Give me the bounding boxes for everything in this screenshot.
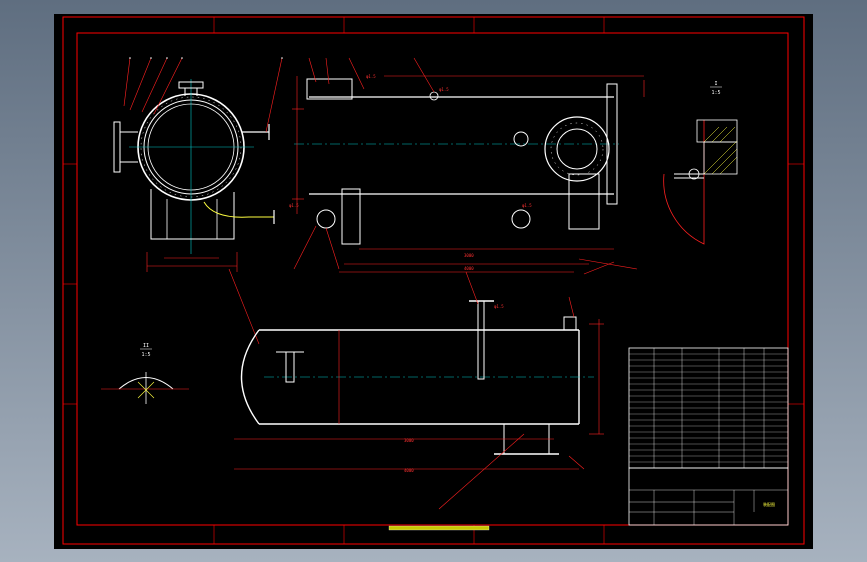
drawing-frame — [76, 32, 789, 526]
side-view: φ1.5 φ1.5 φ1.5 φ1.5 3000 4000 — [289, 57, 645, 275]
svg-text:φ1.5: φ1.5 — [439, 87, 449, 92]
front-view: 4000 3000 φ1.5 — [234, 271, 604, 510]
detail-ii-scale: 1:5 — [141, 352, 150, 358]
svg-text:φ1.5: φ1.5 — [366, 74, 376, 79]
svg-text:φ1.5: φ1.5 — [289, 203, 299, 208]
detail-i: I 1:5 — [663, 81, 738, 245]
parts-list — [628, 347, 789, 469]
detail-i-scale: 1:5 — [711, 90, 720, 96]
end-view — [113, 57, 283, 345]
svg-text:3000: 3000 — [464, 253, 474, 258]
svg-text:φ1.5: φ1.5 — [522, 203, 532, 208]
svg-text:3000: 3000 — [404, 438, 414, 443]
svg-text:4000: 4000 — [404, 468, 414, 473]
scale-bar — [388, 525, 490, 531]
title-text: 装配图 — [763, 501, 775, 507]
detail-ii-mark: II — [143, 343, 149, 349]
title-block: 装配图 — [628, 467, 789, 526]
svg-text:4000: 4000 — [464, 266, 474, 271]
detail-ii: II 1:5 — [101, 343, 189, 404]
cad-viewport[interactable]: φ1.5 φ1.5 φ1.5 φ1.5 3000 4000 I 1:5 4000… — [54, 14, 813, 549]
svg-text:φ1.5: φ1.5 — [494, 304, 504, 309]
drawing-canvas: φ1.5 φ1.5 φ1.5 φ1.5 3000 4000 I 1:5 4000… — [62, 16, 805, 545]
detail-i-mark: I — [714, 81, 717, 87]
